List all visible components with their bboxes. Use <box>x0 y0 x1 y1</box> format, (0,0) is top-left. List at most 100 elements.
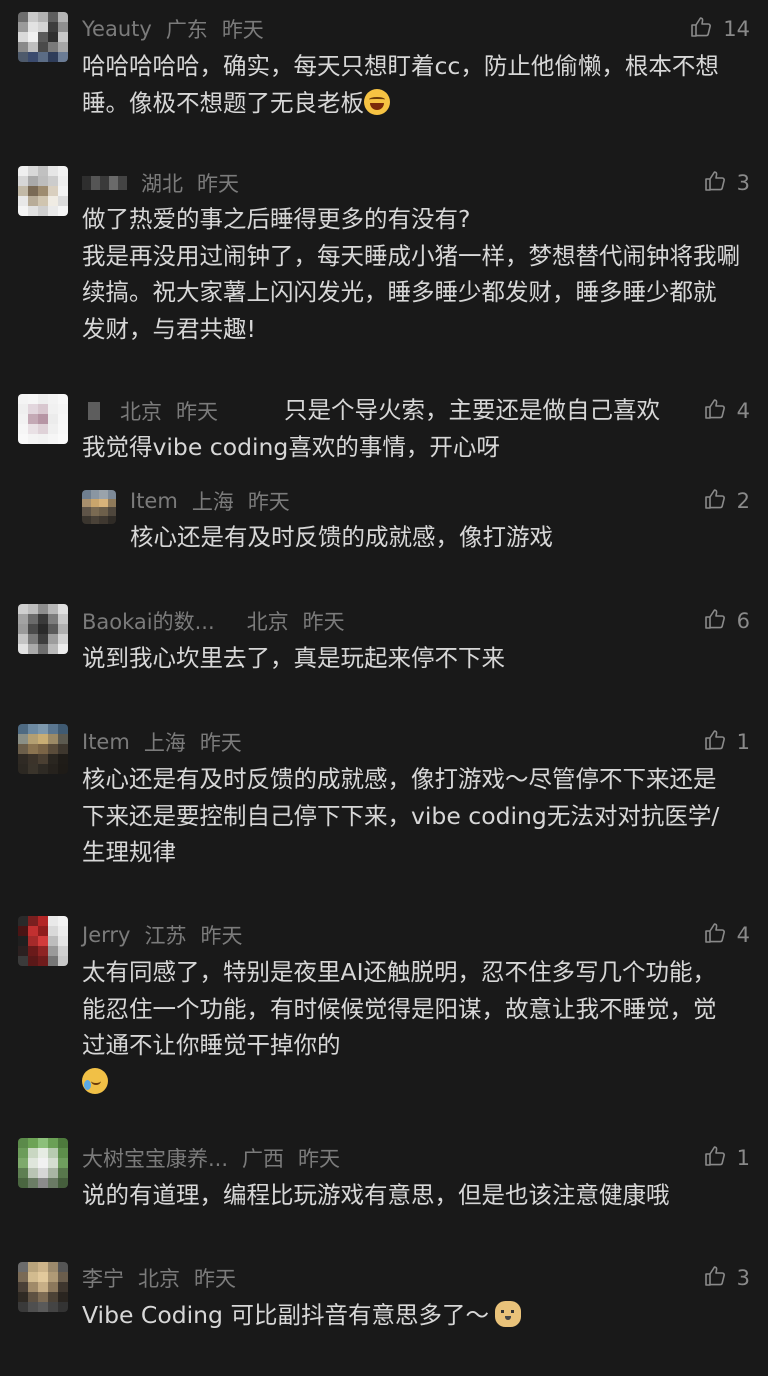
timestamp: 昨天 <box>221 18 264 42</box>
comment-meta: 大树宝宝康养... 广西 昨天 <box>82 1143 340 1173</box>
comment-line: 说到我心坎里去了，真是玩起来停不下来 <box>82 644 505 672</box>
username[interactable]: Item <box>82 730 130 754</box>
comment-meta: Item 上海 昨天 <box>130 486 290 516</box>
timestamp: 昨天 <box>194 1267 236 1291</box>
comment-line: 核心还是有及时反馈的成就感，像打游戏～尽管停不下来还是 <box>82 765 717 793</box>
timestamp: 昨天 <box>199 731 242 755</box>
like-count: 6 <box>736 609 750 633</box>
username[interactable]: Jerry <box>82 923 130 947</box>
comment-line: 只是个导火索，主要还是做自己喜欢 <box>284 396 660 424</box>
comment-line: 说的有道理，编程比玩游戏有意思，但是也该注意健康哦 <box>82 1181 670 1209</box>
like-count: 4 <box>736 399 750 423</box>
comment-line: Vibe Coding 可比副抖音有意思多了～ <box>82 1301 489 1329</box>
like-button[interactable]: 1 <box>703 727 750 757</box>
comment-text: 说的有道理，编程比玩游戏有意思，但是也该注意健康哦 <box>82 1177 752 1214</box>
like-button[interactable]: 3 <box>703 168 750 198</box>
comment-line: 下来还是要控制自己停下下来，vibe coding无法对对抗医学/ <box>82 801 720 830</box>
timestamp: 昨天 <box>302 610 345 634</box>
location: 湖北 <box>141 172 183 196</box>
comment-meta: Jerry 江苏 昨天 <box>82 920 242 950</box>
comment-line: 过通不让你睡觉干掉你的 <box>82 1031 341 1059</box>
username[interactable] <box>88 402 100 420</box>
location: 上海 <box>191 490 234 514</box>
like-button[interactable]: 1 <box>703 1143 750 1173</box>
like-count: 1 <box>736 730 750 754</box>
like-button[interactable]: 6 <box>703 606 750 636</box>
avatar[interactable] <box>18 724 68 774</box>
username[interactable]: Item <box>130 489 178 513</box>
timestamp: 昨天 <box>176 400 218 424</box>
thumbs-up-icon <box>689 15 713 44</box>
comment-meta: 北京 昨天 <box>88 396 218 426</box>
thumbs-up-icon <box>703 1144 727 1173</box>
location: 江苏 <box>144 924 187 948</box>
timestamp: 昨天 <box>200 924 243 948</box>
like-button[interactable]: 3 <box>703 1263 750 1293</box>
username[interactable] <box>82 176 127 190</box>
location: 北京 <box>138 1267 180 1291</box>
avatar[interactable] <box>18 394 68 444</box>
doge-emoji <box>494 1301 521 1327</box>
thumbs-up-icon <box>703 169 727 198</box>
comment-line: 续搞。祝大家薯上闪闪发光，睡多睡少都发财，睡多睡少都就 <box>82 278 717 306</box>
comment-line: 能忍住一个功能，有时候候觉得是阳谋，故意让我不睡觉，觉 <box>82 994 717 1023</box>
thumbs-up-icon <box>703 1264 727 1293</box>
comment-line: 做了热爱的事之后睡得更多的有没有? <box>82 205 471 233</box>
comment-text: 太有同感了，特别是夜里AI还触脱明，忍不住多写几个功能， 能忍住一个功能，有时候… <box>82 954 752 1100</box>
comment-text: 核心还是有及时反馈的成就感，像打游戏 <box>130 519 730 556</box>
timestamp: 昨天 <box>247 490 290 514</box>
comment-line: 睡。像极不想题了无良老板 <box>82 88 364 117</box>
comment-text: 哈哈哈哈哈，确实，每天只想盯着cc，防止他偷懒，根本不想 睡。像极不想题了无良老… <box>82 48 742 121</box>
thumbs-up-icon <box>703 607 727 636</box>
comment-line: 太有同感了，特别是夜里AI还触脱明，忍不住多写几个功能， <box>82 958 717 986</box>
comment-meta: Yeauty 广东 昨天 <box>82 14 264 44</box>
thumbs-up-icon <box>703 921 727 950</box>
comment-text: 说到我心坎里去了，真是玩起来停不下来 <box>82 640 742 677</box>
avatar[interactable] <box>18 604 68 654</box>
username[interactable]: 李宁 <box>82 1263 124 1293</box>
comment-line: 我觉得vibe coding喜欢的事情，开心呀 <box>82 433 500 461</box>
comment-meta: Item 上海 昨天 <box>82 727 242 757</box>
avatar[interactable] <box>18 1262 68 1312</box>
crying-emoji <box>82 1067 108 1094</box>
location: 北京 <box>120 400 162 424</box>
laugh-cry-emoji <box>364 88 390 115</box>
comment-line: 发财，与君共趣! <box>82 314 256 343</box>
avatar[interactable] <box>18 166 68 216</box>
avatar[interactable] <box>18 1138 68 1188</box>
like-count: 4 <box>736 923 750 947</box>
like-count: 14 <box>723 17 750 41</box>
comment-meta: 李宁 北京 昨天 <box>82 1263 236 1293</box>
comment-text: 我觉得vibe coding喜欢的事情，开心呀 <box>82 429 742 466</box>
thumbs-up-icon <box>703 487 727 516</box>
avatar[interactable] <box>82 490 116 524</box>
comment-line: 哈哈哈哈哈，确实，每天只想盯着cc，防止他偷懒，根本不想 <box>82 52 719 80</box>
timestamp: 昨天 <box>298 1147 341 1171</box>
avatar[interactable] <box>18 916 68 966</box>
comment-text: 做了热爱的事之后睡得更多的有没有? 我是再没用过闹钟了，每天睡成小猪一样，梦想替… <box>82 201 752 347</box>
like-button[interactable]: 4 <box>703 396 750 426</box>
like-button[interactable]: 4 <box>703 920 750 950</box>
comment-text-inline: 只是个导火索，主要还是做自己喜欢 <box>284 392 704 429</box>
like-button[interactable]: 14 <box>689 14 750 44</box>
like-count: 3 <box>736 1266 750 1290</box>
comment-text: Vibe Coding 可比副抖音有意思多了～ <box>82 1297 752 1334</box>
comment-text: 核心还是有及时反馈的成就感，像打游戏～尽管停不下来还是 下来还是要控制自己停下下… <box>82 761 752 871</box>
username[interactable]: 大树宝宝康养... <box>82 1143 228 1173</box>
location: 广东 <box>165 18 208 42</box>
comment-meta: 湖北 昨天 <box>82 168 239 198</box>
thumbs-up-icon <box>703 397 727 426</box>
location: 上海 <box>143 731 186 755</box>
thumbs-up-icon <box>703 728 727 757</box>
location: 北京 <box>246 610 289 634</box>
comment-line: 我是再没用过闹钟了，每天睡成小猪一样，梦想替代闹钟将我唰 <box>82 241 740 270</box>
comment-line: 生理规律 <box>82 838 176 866</box>
location: 广西 <box>242 1147 285 1171</box>
like-count: 3 <box>736 171 750 195</box>
comment-line: 核心还是有及时反馈的成就感，像打游戏 <box>130 523 553 551</box>
username[interactable]: Yeauty <box>82 17 152 41</box>
username[interactable]: Baokai的数... <box>82 606 215 636</box>
like-button[interactable]: 2 <box>703 486 750 516</box>
avatar[interactable] <box>18 12 68 62</box>
like-count: 2 <box>736 489 750 513</box>
